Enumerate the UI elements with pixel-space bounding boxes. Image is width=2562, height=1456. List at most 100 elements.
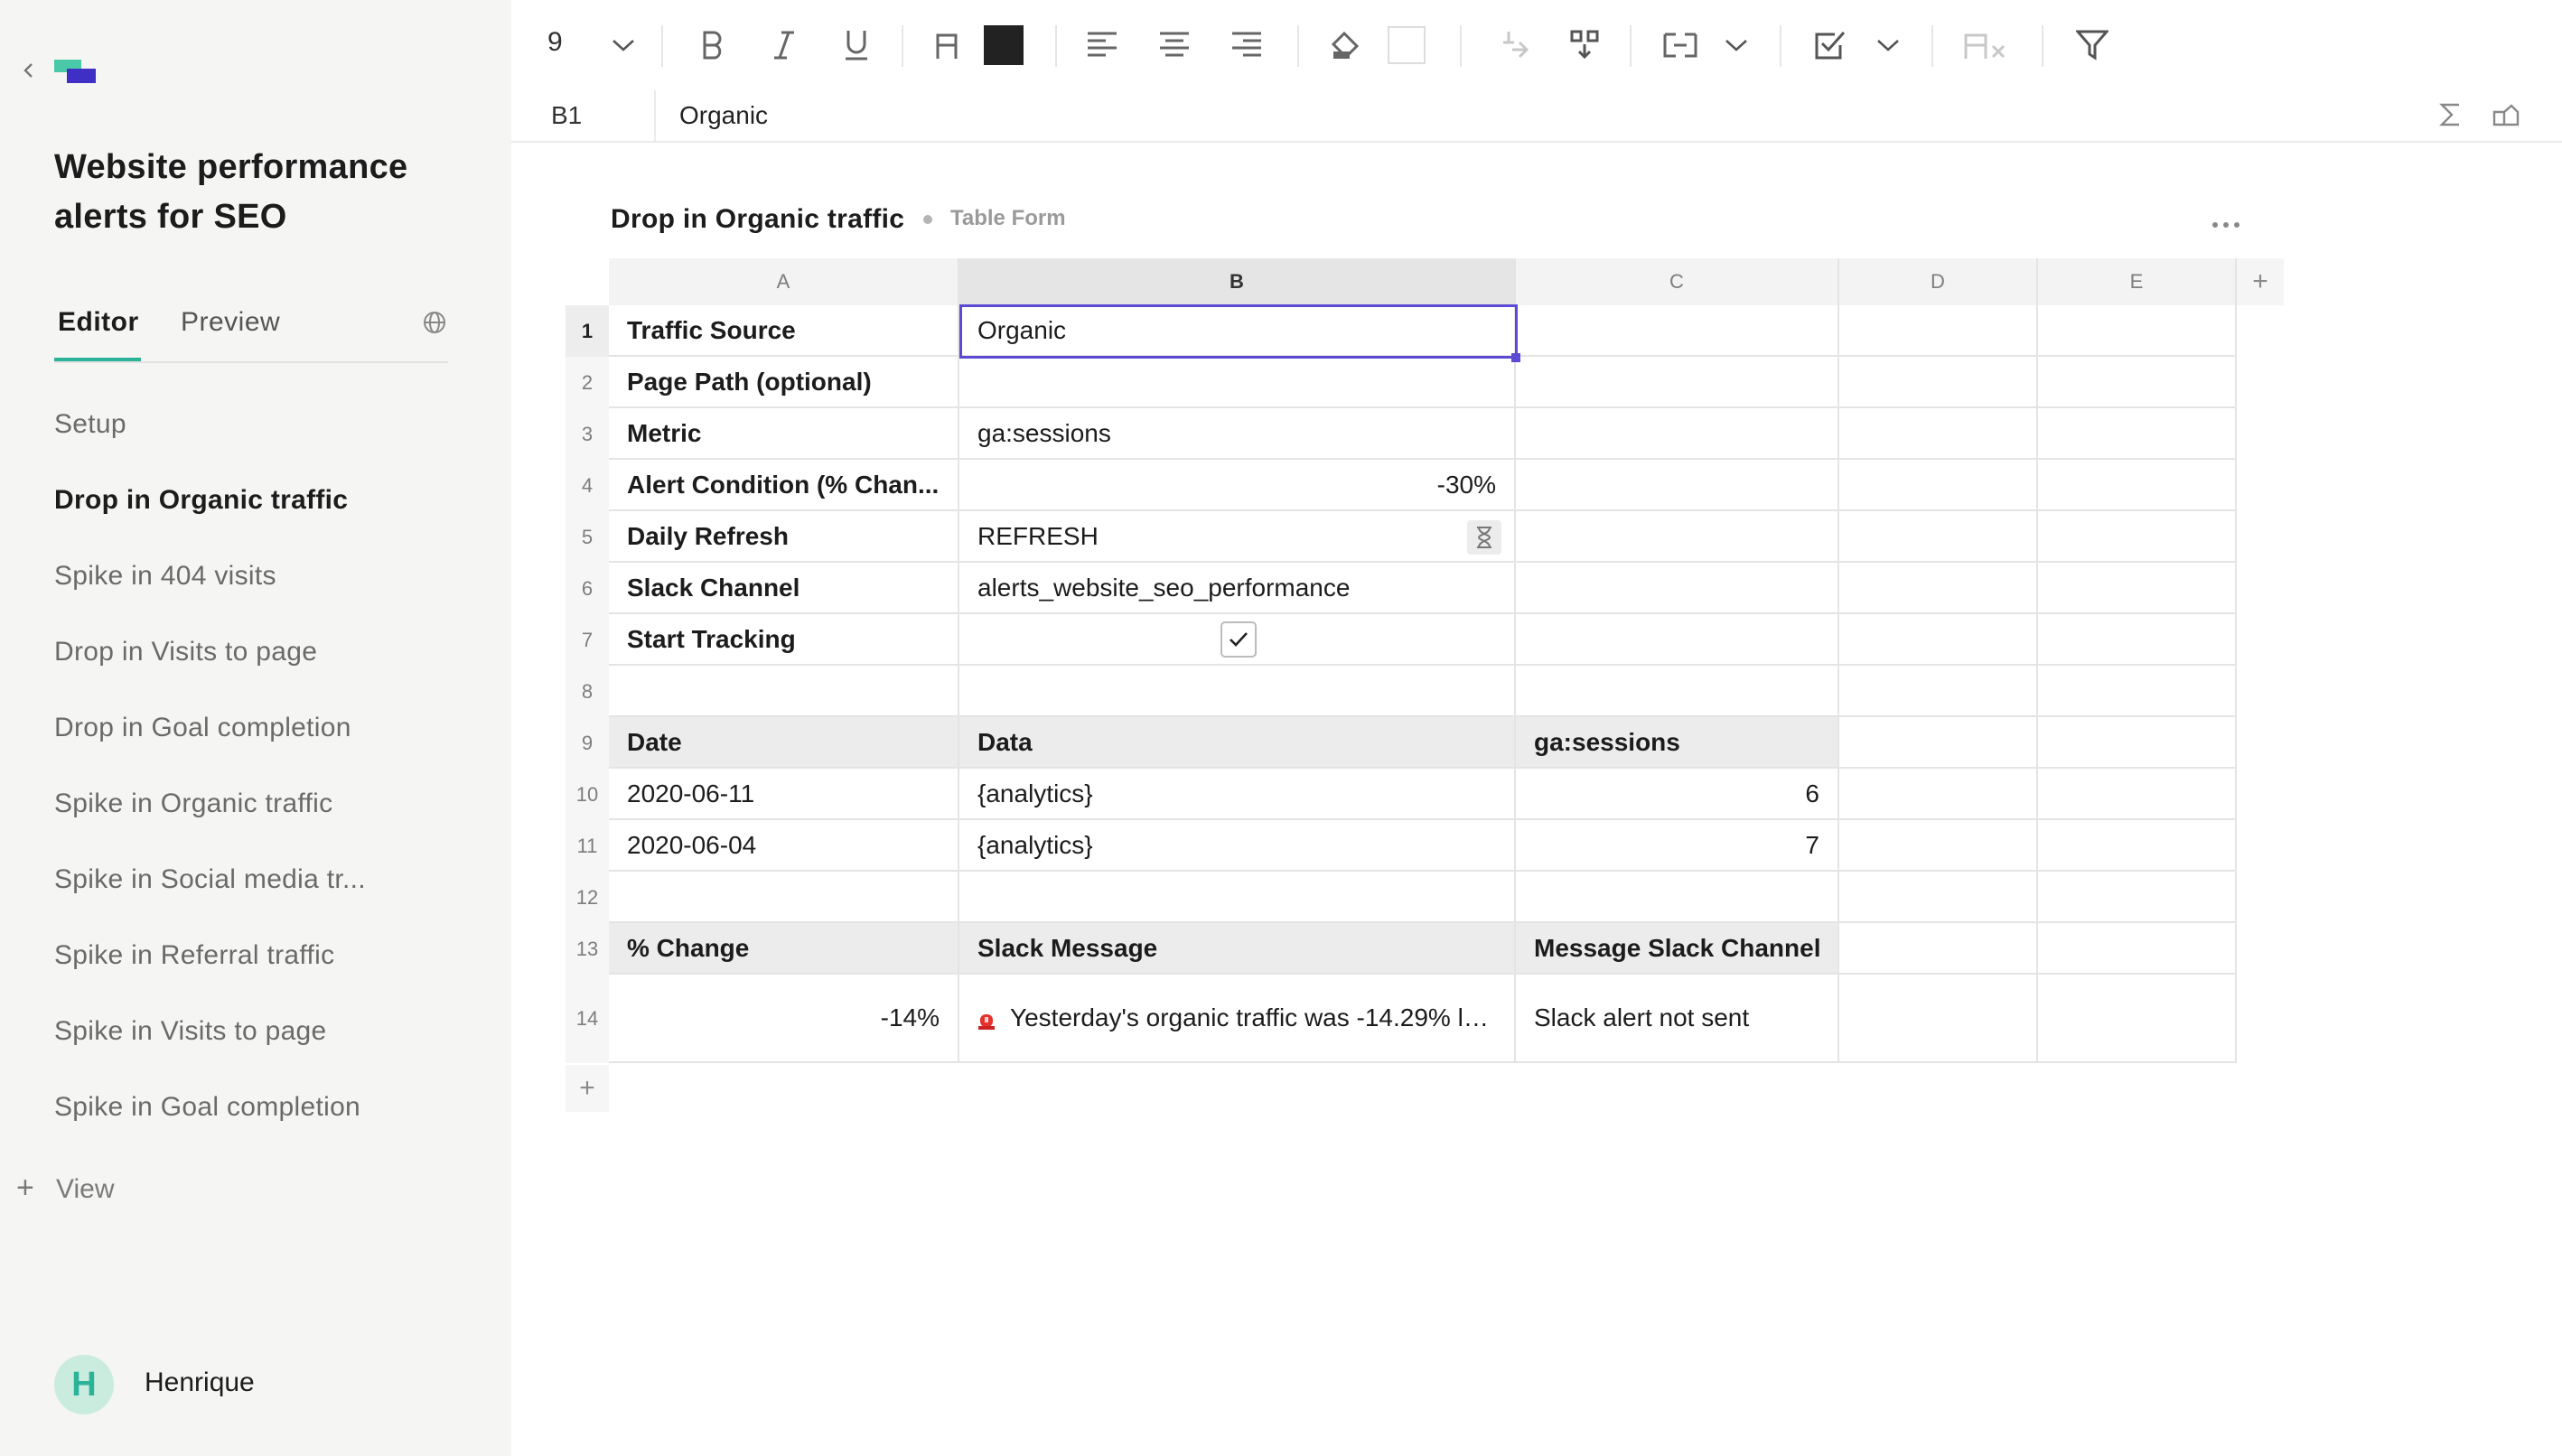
add-column-button[interactable]: + xyxy=(2237,258,2284,305)
cell-d14[interactable] xyxy=(1839,975,2038,1063)
cell-a9[interactable]: Date xyxy=(609,717,959,769)
cell-b3[interactable]: ga:sessions xyxy=(959,408,1516,460)
avatar[interactable]: H xyxy=(54,1355,114,1414)
column-header-e[interactable]: E xyxy=(2038,258,2237,305)
globe-icon[interactable] xyxy=(421,309,448,336)
cell-b4[interactable]: -30% xyxy=(959,460,1516,511)
sidebar-item-spike-organic[interactable]: Spike in Organic traffic xyxy=(54,777,488,853)
cell-e14[interactable] xyxy=(2038,975,2237,1063)
tab-preview[interactable]: Preview xyxy=(181,307,280,338)
cell-e12[interactable] xyxy=(2038,872,2237,923)
cell-e11[interactable] xyxy=(2038,820,2237,872)
wrap-chevron-icon[interactable] xyxy=(1718,25,1754,65)
sidebar-item-spike-404[interactable]: Spike in 404 visits xyxy=(54,549,488,625)
sidebar-item-drop-visits[interactable]: Drop in Visits to page xyxy=(54,625,488,701)
sidebar-item-spike-visits[interactable]: Spike in Visits to page xyxy=(54,1004,488,1080)
cell-b11[interactable]: {analytics} xyxy=(959,820,1516,872)
column-header-a[interactable]: A xyxy=(609,258,959,305)
start-tracking-checkbox[interactable] xyxy=(1220,621,1257,658)
row-header[interactable]: 8 xyxy=(566,666,609,717)
cell-c4[interactable] xyxy=(1516,460,1839,511)
cell-a12[interactable] xyxy=(609,872,959,923)
row-header[interactable]: 14 xyxy=(566,975,609,1063)
chevron-left-icon[interactable] xyxy=(18,60,40,81)
cell-b8[interactable] xyxy=(959,666,1516,717)
cell-d11[interactable] xyxy=(1839,820,2038,872)
align-left-icon[interactable] xyxy=(1082,25,1122,65)
cell-e3[interactable] xyxy=(2038,408,2237,460)
cell-a2[interactable]: Page Path (optional) xyxy=(609,357,959,408)
fill-color-swatch[interactable] xyxy=(1386,25,1427,65)
cut-icon[interactable] xyxy=(1492,25,1532,65)
cell-reference[interactable]: B1 xyxy=(551,101,582,130)
sidebar-item-drop-goal[interactable]: Drop in Goal completion xyxy=(54,701,488,777)
paste-icon[interactable] xyxy=(1565,25,1604,65)
bold-icon[interactable] xyxy=(692,25,732,65)
underline-icon[interactable] xyxy=(837,25,876,65)
formula-input[interactable]: Organic xyxy=(679,101,768,130)
row-header[interactable]: 13 xyxy=(566,923,609,975)
cell-d9[interactable] xyxy=(1839,717,2038,769)
column-header-d[interactable]: D xyxy=(1839,258,2038,305)
cell-b5[interactable]: REFRESH xyxy=(959,511,1516,563)
cell-d6[interactable] xyxy=(1839,563,2038,614)
cell-b13[interactable]: Slack Message xyxy=(959,923,1516,975)
row-header[interactable]: 11 xyxy=(566,820,609,872)
cell-d4[interactable] xyxy=(1839,460,2038,511)
column-header-b[interactable]: B xyxy=(959,258,1516,305)
align-right-icon[interactable] xyxy=(1227,25,1267,65)
cell-a14[interactable]: -14% xyxy=(609,975,959,1063)
sidebar-item-drop-organic[interactable]: Drop in Organic traffic xyxy=(54,473,488,549)
more-options-icon[interactable] xyxy=(2211,217,2240,233)
cell-c10[interactable]: 6 xyxy=(1516,769,1839,820)
cell-c9[interactable]: ga:sessions xyxy=(1516,717,1839,769)
cell-a1[interactable]: Traffic Source xyxy=(609,305,959,357)
cell-b9[interactable]: Data xyxy=(959,717,1516,769)
row-header[interactable]: 9 xyxy=(566,717,609,769)
cell-e8[interactable] xyxy=(2038,666,2237,717)
row-header[interactable]: 7 xyxy=(566,614,609,666)
add-view-button[interactable]: + View xyxy=(16,1171,114,1206)
font-size-value[interactable]: 9 xyxy=(547,27,563,58)
add-row-button[interactable]: + xyxy=(566,1065,609,1112)
cell-b2[interactable] xyxy=(959,357,1516,408)
cell-c2[interactable] xyxy=(1516,357,1839,408)
cell-e13[interactable] xyxy=(2038,923,2237,975)
row-header[interactable]: 12 xyxy=(566,872,609,923)
sidebar-item-spike-goal[interactable]: Spike in Goal completion xyxy=(54,1080,488,1156)
cell-a6[interactable]: Slack Channel xyxy=(609,563,959,614)
sidebar-item-setup[interactable]: Setup xyxy=(54,397,488,473)
cell-b1[interactable]: Organic xyxy=(959,305,1516,357)
cell-c7[interactable] xyxy=(1516,614,1839,666)
cell-c8[interactable] xyxy=(1516,666,1839,717)
row-header[interactable]: 4 xyxy=(566,460,609,511)
font-size-chevron-icon[interactable] xyxy=(605,25,641,65)
cell-e10[interactable] xyxy=(2038,769,2237,820)
cell-c14[interactable]: Slack alert not sent xyxy=(1516,975,1839,1063)
sidebar-item-spike-social[interactable]: Spike in Social media tr... xyxy=(54,853,488,929)
cell-b6[interactable]: alerts_website_seo_performance xyxy=(959,563,1516,614)
row-header[interactable]: 3 xyxy=(566,408,609,460)
row-header[interactable]: 10 xyxy=(566,769,609,820)
cell-b14[interactable]: Yesterday's organic traffic was -14.29% … xyxy=(959,975,1516,1063)
cell-c13[interactable]: Message Slack Channel xyxy=(1516,923,1839,975)
row-header[interactable]: 5 xyxy=(566,511,609,563)
cell-d5[interactable] xyxy=(1839,511,2038,563)
cell-b12[interactable] xyxy=(959,872,1516,923)
cell-e1[interactable] xyxy=(2038,305,2237,357)
sigma-icon[interactable] xyxy=(2437,101,2464,133)
cell-a3[interactable]: Metric xyxy=(609,408,959,460)
align-center-icon[interactable] xyxy=(1155,25,1194,65)
cell-e7[interactable] xyxy=(2038,614,2237,666)
cell-a11[interactable]: 2020-06-04 xyxy=(609,820,959,872)
cell-e2[interactable] xyxy=(2038,357,2237,408)
filter-icon[interactable] xyxy=(2072,25,2112,65)
cell-d12[interactable] xyxy=(1839,872,2038,923)
cell-d2[interactable] xyxy=(1839,357,2038,408)
cell-c3[interactable] xyxy=(1516,408,1839,460)
cell-e5[interactable] xyxy=(2038,511,2237,563)
cell-d8[interactable] xyxy=(1839,666,2038,717)
fill-handle[interactable] xyxy=(1511,353,1520,362)
fill-bucket-icon[interactable] xyxy=(1326,25,1366,65)
column-header-c[interactable]: C xyxy=(1516,258,1839,305)
